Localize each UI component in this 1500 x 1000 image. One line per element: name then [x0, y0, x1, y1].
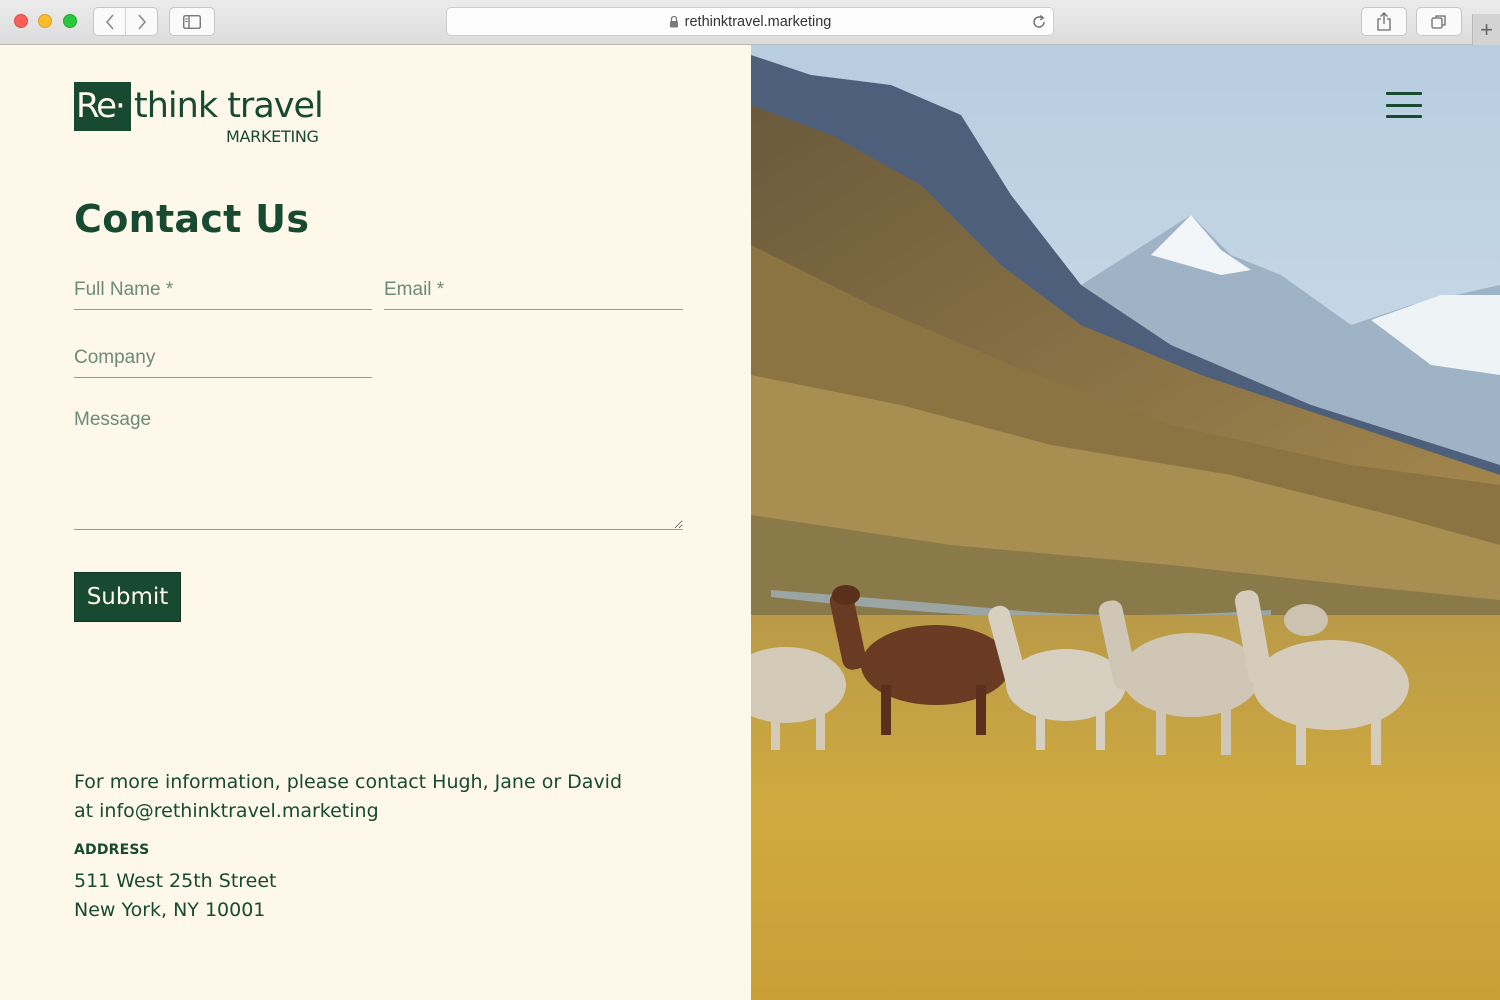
address-label: ADDRESS	[74, 842, 150, 858]
contact-panel: Re· think travel MARKETING Contact Us Su…	[0, 45, 751, 1000]
tabs-overview-icon	[1431, 14, 1446, 29]
company-input[interactable]	[74, 345, 372, 378]
menu-bar	[1386, 92, 1422, 95]
history-navigation	[93, 7, 158, 36]
address-block: 511 West 25th Street New York, NY 10001	[74, 867, 277, 925]
address-bar[interactable]: rethinktravel.marketing	[446, 7, 1054, 36]
browser-toolbar: rethinktravel.marketing +	[0, 0, 1500, 45]
sidebar-icon	[183, 14, 201, 29]
contact-info: For more information, please contact Hug…	[74, 768, 674, 826]
hamburger-menu-icon[interactable]	[1386, 92, 1422, 118]
full-name-input[interactable]	[74, 277, 372, 310]
url-text: rethinktravel.marketing	[684, 13, 832, 30]
zoom-window-button[interactable]	[63, 14, 77, 28]
page-title: Contact Us	[74, 197, 310, 241]
landscape-illustration	[751, 45, 1500, 1000]
reload-icon[interactable]	[1031, 14, 1047, 30]
contact-info-line: For more information, please contact Hug…	[74, 771, 623, 793]
address-city: New York, NY 10001	[74, 899, 266, 921]
forward-button[interactable]	[125, 8, 157, 35]
submit-button[interactable]: Submit	[74, 572, 181, 622]
contact-email-line: at info@rethinktravel.marketing	[74, 800, 379, 822]
alpaca-far	[1284, 604, 1328, 636]
plus-icon: +	[1480, 16, 1493, 42]
hero-photo-alpacas	[751, 45, 1500, 1000]
chevron-left-icon	[105, 13, 114, 30]
message-textarea[interactable]	[74, 408, 683, 530]
minimize-window-button[interactable]	[38, 14, 52, 28]
tab-overview-button[interactable]	[1416, 7, 1462, 36]
close-window-button[interactable]	[14, 14, 28, 28]
new-tab-button[interactable]: +	[1472, 14, 1500, 45]
chevron-right-icon	[137, 13, 146, 30]
email-input[interactable]	[384, 277, 683, 310]
share-icon	[1377, 11, 1391, 31]
address-street: 511 West 25th Street	[74, 870, 277, 892]
lock-icon	[669, 15, 678, 28]
sidebar-toggle-button[interactable]	[169, 7, 215, 36]
menu-bar	[1386, 103, 1422, 107]
logo-wordmark: think travel	[134, 86, 324, 126]
logo-tagline: MARKETING	[226, 127, 319, 146]
menu-bar	[1386, 115, 1422, 118]
logo-mark: Re·	[74, 82, 131, 131]
share-button[interactable]	[1361, 7, 1407, 36]
back-button[interactable]	[94, 8, 125, 35]
